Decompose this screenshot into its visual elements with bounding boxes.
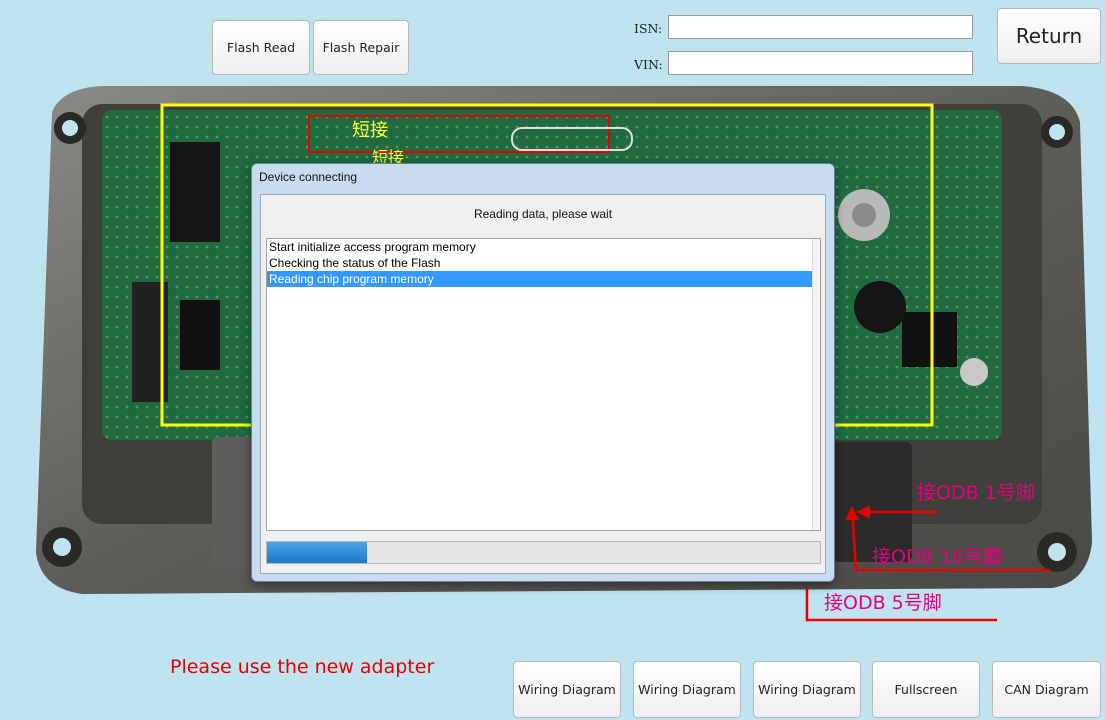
progress-bar-fill (267, 542, 367, 563)
log-item[interactable]: Checking the status of the Flash (267, 255, 820, 271)
can-diagram-button[interactable]: CAN Diagram (992, 661, 1101, 718)
vin-input[interactable] (668, 51, 973, 75)
log-item-selected[interactable]: Reading chip program memory (267, 271, 820, 287)
device-connecting-dialog: Device connecting Reading data, please w… (251, 163, 835, 582)
dialog-message: Reading data, please wait (473, 207, 613, 221)
isn-input[interactable] (668, 15, 973, 39)
progress-bar (266, 541, 821, 564)
log-item[interactable]: Start initialize access program memory (267, 239, 820, 255)
obd-pin1-label: 接ODB 1号脚 (917, 482, 1035, 504)
wiring-diagram-button-1[interactable]: Wiring Diagram (513, 661, 621, 718)
short-connect-label: 短接 (352, 120, 388, 141)
obd-pin16-label: 接ODB 16号脚 (872, 546, 1002, 568)
wiring-diagram-button-2[interactable]: Wiring Diagram (633, 661, 741, 718)
vin-label: VIN: (634, 57, 663, 72)
log-scrollbar[interactable] (812, 239, 820, 530)
flash-repair-button[interactable]: Flash Repair (313, 20, 409, 75)
wiring-diagram-button-3[interactable]: Wiring Diagram (753, 661, 861, 718)
fullscreen-button[interactable]: Fullscreen (872, 661, 980, 718)
dialog-body: Reading data, please wait Start initiali… (260, 194, 826, 574)
flash-read-button[interactable]: Flash Read (212, 20, 310, 75)
obd-pin5-label: 接ODB 5号脚 (824, 592, 942, 614)
dialog-title: Device connecting (259, 170, 358, 184)
progress-log-list[interactable]: Start initialize access program memory C… (266, 238, 821, 531)
isn-label: ISN: (634, 21, 663, 36)
return-button[interactable]: Return (997, 8, 1101, 64)
adapter-note: Please use the new adapter (170, 656, 435, 678)
